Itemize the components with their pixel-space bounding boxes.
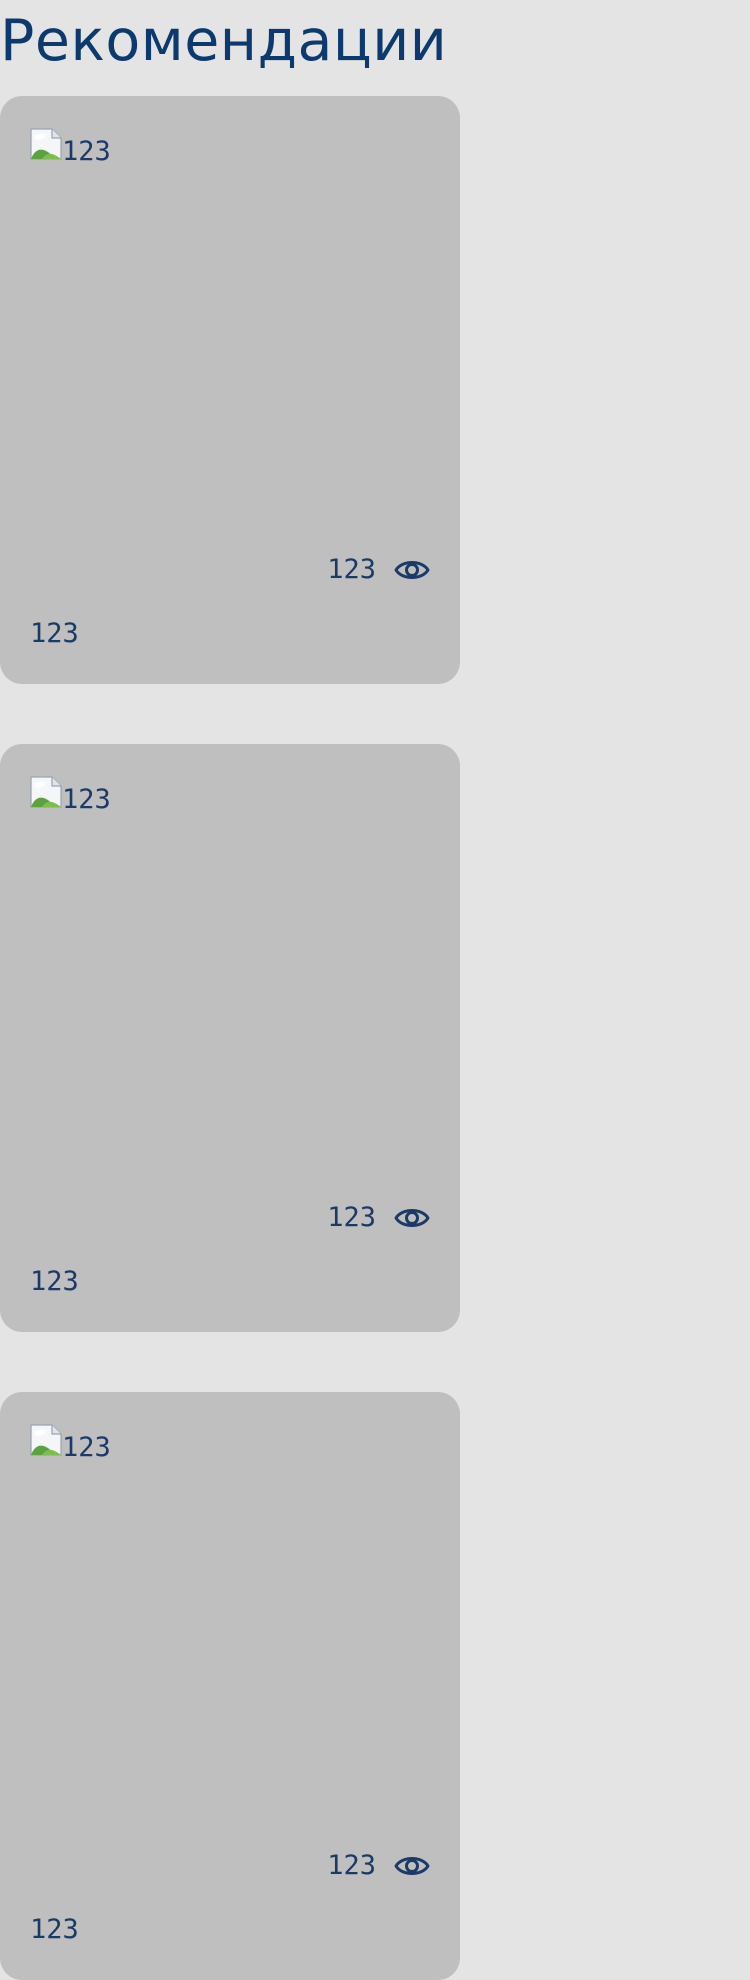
recommendation-card[interactable]: 123 123 123	[0, 1392, 460, 1980]
card-caption: 123	[30, 1266, 79, 1297]
image-alt-text: 123	[62, 136, 111, 167]
recommendations-page: Рекомендации 123 123 123 123 123 123 123…	[0, 0, 750, 1980]
broken-image-icon	[30, 776, 62, 808]
views-counter: 123	[327, 550, 430, 590]
page-title: Рекомендации	[0, 8, 448, 74]
card-image[interactable]: 123	[30, 1422, 111, 1462]
card-image[interactable]: 123	[30, 126, 111, 166]
eye-icon	[394, 1204, 430, 1232]
card-caption: 123	[30, 618, 79, 649]
views-counter: 123	[327, 1198, 430, 1238]
broken-image-icon	[30, 128, 62, 160]
views-count: 123	[327, 1202, 376, 1233]
recommendation-card[interactable]: 123 123 123	[0, 744, 460, 1332]
image-alt-text: 123	[62, 1432, 111, 1463]
views-counter: 123	[327, 1846, 430, 1886]
recommendation-card[interactable]: 123 123 123	[0, 96, 460, 684]
broken-image-icon	[30, 1424, 62, 1456]
views-count: 123	[327, 1850, 376, 1881]
card-image[interactable]: 123	[30, 774, 111, 814]
eye-icon	[394, 1852, 430, 1880]
views-count: 123	[327, 554, 376, 585]
eye-icon	[394, 556, 430, 584]
image-alt-text: 123	[62, 784, 111, 815]
card-caption: 123	[30, 1914, 79, 1945]
